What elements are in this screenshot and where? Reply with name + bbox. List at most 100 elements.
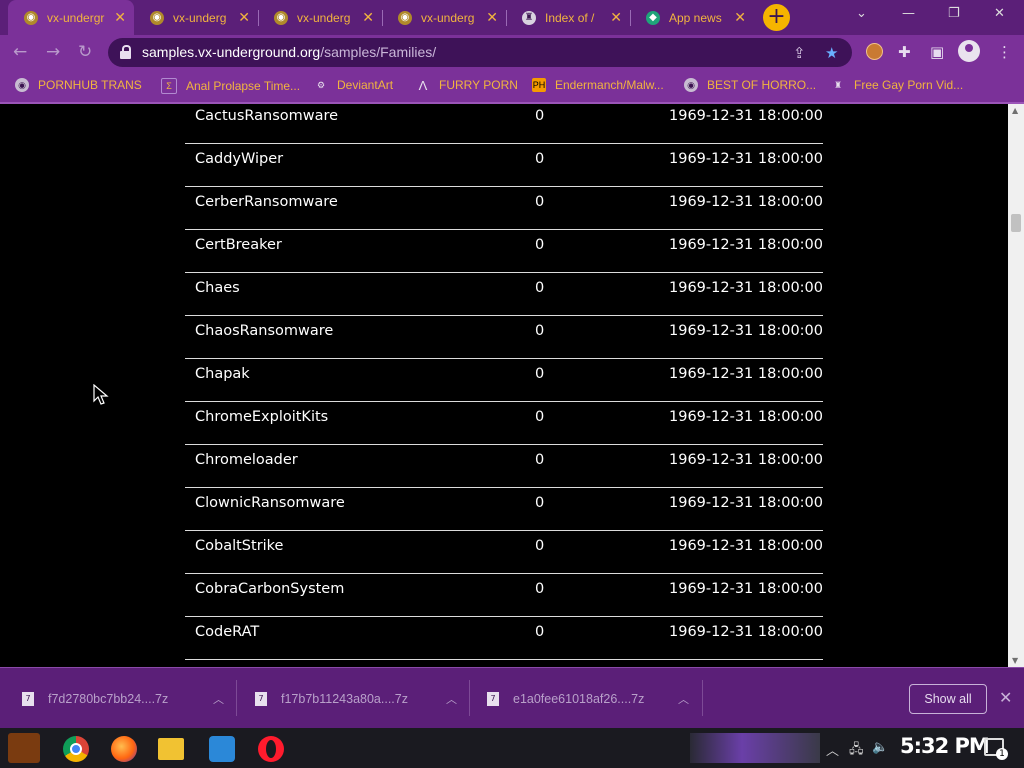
close-window-button[interactable]: ✕ [994, 6, 1005, 21]
file-name-link[interactable]: CactusRansomware [195, 108, 338, 124]
close-icon[interactable]: ✕ [486, 9, 498, 26]
bookmark-item[interactable]: Σ Anal Prolapse Time... [161, 78, 300, 94]
file-name-link[interactable]: CertBreaker [195, 237, 282, 253]
file-name-link[interactable]: CerberRansomware [195, 194, 338, 210]
file-name-link[interactable]: Chapak [195, 366, 250, 382]
chevron-up-icon[interactable]: ︿ [678, 691, 689, 707]
show-all-downloads-button[interactable]: Show all [909, 684, 987, 714]
bookmark-item[interactable]: ◉ BEST OF HORRO... [684, 78, 816, 92]
table-row[interactable]: CobaltStrike 0 1969-12-31 18:00:00 [185, 530, 823, 574]
bookmark-item[interactable]: ♜ Free Gay Porn Vid... [831, 78, 963, 92]
bookmark-label: BEST OF HORRO... [707, 78, 817, 92]
forward-icon[interactable]: → [46, 42, 60, 62]
download-filename: f17b7b11243a80a....7z [281, 692, 408, 706]
deviantart-icon: ⚙ [316, 79, 326, 90]
file-date: 1969-12-31 18:00:00 [669, 280, 823, 296]
taskbar-clock[interactable]: 5:32 PM [900, 734, 990, 758]
bookmark-favicon: ♜ [833, 79, 843, 90]
restore-button[interactable]: ❐ [948, 6, 960, 21]
table-row[interactable]: Chromeloader 0 1969-12-31 18:00:00 [185, 444, 823, 488]
table-row[interactable]: ChromeExploitKits 0 1969-12-31 18:00:00 [185, 401, 823, 445]
divider [702, 680, 703, 716]
firefox-taskbar-icon[interactable] [111, 736, 137, 762]
file-name-link[interactable]: ChromeExploitKits [195, 409, 328, 425]
file-size: 0 [535, 366, 545, 382]
scrollbar-thumb[interactable] [1011, 214, 1021, 232]
mail-taskbar-icon[interactable] [209, 736, 235, 762]
profile-icon[interactable] [958, 40, 980, 62]
vertical-scrollbar[interactable]: ▲ ▼ [1008, 104, 1024, 667]
file-name-link[interactable]: ChaosRansomware [195, 323, 333, 339]
opera-taskbar-icon[interactable] [258, 736, 284, 762]
table-row[interactable]: CerberRansomware 0 1969-12-31 18:00:00 [185, 186, 823, 230]
file-name-link[interactable]: Chromeloader [195, 452, 298, 468]
chevron-up-icon[interactable]: ︿ [826, 740, 839, 759]
chevron-up-icon[interactable]: ︿ [446, 691, 457, 707]
minimize-button[interactable]: — [902, 6, 915, 21]
chrome-taskbar-icon[interactable] [63, 736, 89, 762]
network-icon[interactable]: 🖧 [849, 740, 864, 762]
reload-icon[interactable]: ↻ [78, 42, 92, 62]
close-icon[interactable]: ✕ [114, 9, 126, 26]
bookmark-item[interactable]: ◉ PORNHUB TRANS [15, 78, 142, 92]
bookmark-item[interactable]: PH Endermanch/Malw... [532, 78, 664, 92]
table-row[interactable]: ClownicRansomware 0 1969-12-31 18:00:00 [185, 487, 823, 531]
bookmark-label: Anal Prolapse Time... [186, 79, 301, 93]
table-row[interactable]: CodeRAT 0 1969-12-31 18:00:00 [185, 616, 823, 660]
extensions-puzzle-icon[interactable]: ✚ [898, 43, 911, 61]
tab-3[interactable]: ◉ vx-underg ✕ [382, 4, 506, 31]
file-name-link[interactable]: CaddyWiper [195, 151, 283, 167]
download-item[interactable]: 7 f17b7b11243a80a....7z ︿ [255, 684, 475, 714]
close-icon[interactable]: ✕ [734, 9, 746, 26]
share-icon[interactable]: ⇪ [793, 44, 806, 62]
tab-5[interactable]: ◆ App news ✕ [630, 4, 754, 31]
url-text[interactable]: samples.vx-underground.org/samples/Famil… [142, 44, 436, 60]
browser-toolbar: ← → ↻ samples.vx-underground.org/samples… [0, 35, 1024, 70]
tab-search-icon[interactable]: ⌄ [856, 6, 867, 21]
close-icon[interactable]: ✕ [362, 9, 374, 26]
scroll-down-icon[interactable]: ▼ [1012, 656, 1018, 665]
globe-icon: ◉ [398, 10, 412, 25]
table-row[interactable]: CactusRansomware 0 1969-12-31 18:00:00 [185, 104, 823, 144]
address-bar[interactable]: samples.vx-underground.org/samples/Famil… [108, 38, 852, 67]
archive-file-icon: 7 [487, 692, 499, 706]
table-row[interactable]: CaddyWiper 0 1969-12-31 18:00:00 [185, 143, 823, 187]
globe-icon: ◉ [150, 10, 164, 25]
table-row[interactable]: Chaes 0 1969-12-31 18:00:00 [185, 272, 823, 316]
table-row[interactable]: Chapak 0 1969-12-31 18:00:00 [185, 358, 823, 402]
volume-icon[interactable]: 🔈 [872, 740, 888, 755]
chevron-up-icon[interactable]: ︿ [213, 691, 224, 707]
tab-1[interactable]: ◉ vx-underg ✕ [134, 4, 258, 31]
file-name-link[interactable]: ClownicRansomware [195, 495, 345, 511]
menu-kebab-icon[interactable]: ⋮ [997, 43, 1012, 61]
file-name-link[interactable]: CobaltStrike [195, 538, 283, 554]
tab-0[interactable]: ◉ vx-undergr ✕ [8, 0, 134, 35]
table-row[interactable]: CertBreaker 0 1969-12-31 18:00:00 [185, 229, 823, 273]
start-button-icon[interactable] [8, 733, 40, 763]
lock-icon[interactable] [120, 45, 131, 59]
back-icon[interactable]: ← [13, 42, 27, 62]
download-item[interactable]: 7 f7d2780bc7bb24....7z ︿ [22, 684, 242, 714]
star-icon[interactable]: ★ [825, 44, 838, 62]
side-panel-icon[interactable]: ▣ [930, 43, 944, 61]
new-tab-button[interactable]: + [763, 4, 790, 31]
tab-title: vx-undergr [47, 10, 105, 25]
table-row[interactable]: ChaosRansomware 0 1969-12-31 18:00:00 [185, 315, 823, 359]
tab-2[interactable]: ◉ vx-underg ✕ [258, 4, 382, 31]
tab-4[interactable]: ♜ Index of / ✕ [506, 4, 630, 31]
file-explorer-icon[interactable] [158, 738, 184, 760]
download-item[interactable]: 7 e1a0fee61018af26....7z ︿ [487, 684, 707, 714]
file-name-link[interactable]: CobraCarbonSystem [195, 581, 344, 597]
table-row[interactable]: CobraCarbonSystem 0 1969-12-31 18:00:00 [185, 573, 823, 617]
bookmark-item[interactable]: ⚙ DeviantArt [314, 78, 393, 92]
file-name-link[interactable]: CodeRAT [195, 624, 259, 640]
extension-avatar-icon[interactable] [866, 43, 883, 60]
close-icon[interactable]: ✕ [999, 688, 1012, 707]
bookmark-item[interactable]: Λ FURRY PORN [416, 78, 518, 93]
tab-title: vx-underg [421, 10, 475, 25]
close-icon[interactable]: ✕ [610, 9, 622, 26]
bookmark-label: Endermanch/Malw... [555, 78, 664, 92]
file-name-link[interactable]: Chaes [195, 280, 240, 296]
close-icon[interactable]: ✕ [238, 9, 250, 26]
scroll-up-icon[interactable]: ▲ [1012, 106, 1018, 115]
